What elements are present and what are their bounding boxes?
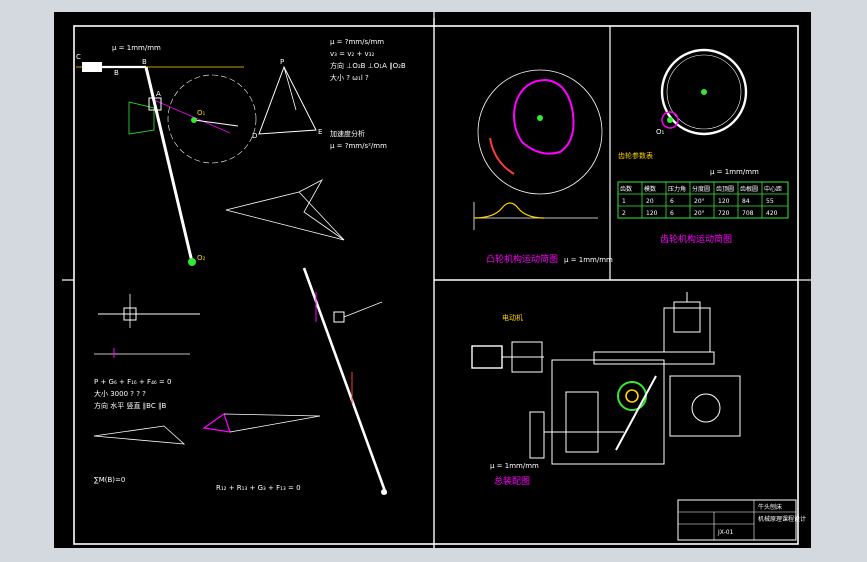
point-c-label: C — [76, 53, 81, 61]
assembly-scale: μ = 1mm/mm — [490, 462, 539, 470]
vel-eq: v₃ = v₂ + v₃₂ — [330, 50, 374, 58]
cam-base-circle — [477, 69, 603, 195]
gear-td-1-5: 708 — [742, 210, 754, 217]
worktable — [669, 375, 741, 437]
gear-td-0-0: 1 — [622, 198, 626, 205]
pivot-o1 — [191, 117, 197, 123]
gear-note: 齿轮参数表 — [618, 151, 653, 160]
title-name: 牛头刨床 — [758, 503, 782, 511]
assembly-caption: 总装配图 — [494, 475, 530, 487]
gear-caption: 齿轮机构运动简图 — [660, 233, 732, 245]
vel-point-d: D — [252, 132, 257, 140]
point-o2-label: O₂ — [197, 254, 206, 262]
gear-th-5: 齿根圆 — [740, 185, 758, 193]
ram-slider — [82, 62, 102, 72]
force-equations: P + G₆ + F₁₆ + F₄₆ = 0 大小 3000 ? ? ? 方向 … — [94, 378, 301, 492]
force-polygon — [93, 413, 321, 445]
sheet-border — [73, 25, 799, 545]
point-a-label: A — [156, 90, 161, 98]
gear-td-0-1: 20 — [646, 198, 654, 205]
crank-gear — [617, 381, 647, 411]
gear-th-1: 模数 — [644, 185, 656, 193]
force-row-1: 大小 3000 ? ? ? — [94, 389, 146, 398]
gear-td-1-1: 120 — [646, 210, 658, 217]
gear-th-2: 压力角 — [668, 185, 686, 193]
force-eq-3: R₁₂ + R₁₃ + G₃ + F₁₃ = 0 — [216, 484, 301, 492]
force-eq-1: P + G₆ + F₁₆ + F₄₆ = 0 — [94, 378, 171, 386]
acc-title: 加速度分析 — [330, 129, 365, 138]
gear-th-3: 分度圆 — [692, 185, 710, 193]
vel-point-e: E — [318, 128, 322, 136]
gear-scale: μ = 1mm/mm — [710, 168, 759, 176]
gear-td-1-4: 720 — [718, 210, 730, 217]
gearbox — [551, 359, 665, 465]
cad-viewport[interactable]: C B B A O₁ O₂ μ = 1mm/mm P D E μ = ?mm/s… — [54, 12, 811, 548]
force-row-2: 方向 水平 竖直 ∥BC ∥B — [94, 401, 166, 410]
gear-diagram: O₁ 齿轮参数表 μ = 1mm/mm 齿数 模数 压力角 分度圆 齿顶圆 齿根… — [617, 48, 789, 245]
cam-caption: 凸轮机构运动简图 — [486, 253, 558, 265]
gear-td-0-4: 120 — [718, 198, 730, 205]
vel-row-2: 大小 ? ω₁l ? — [330, 73, 369, 82]
gear-td-1-3: 20° — [694, 210, 705, 217]
linkage-scale: μ = 1mm/mm — [112, 44, 161, 52]
point-b-label: B — [114, 69, 119, 77]
acc-scale: μ = ?mm/s²/mm — [330, 142, 387, 150]
vel-point-p: P — [280, 58, 284, 66]
gear-td-1-0: 2 — [622, 210, 626, 217]
gear-point-o1: O₁ — [656, 128, 665, 136]
title-sub: 机械原理课程设计 — [758, 515, 806, 523]
vel-row-1: 方向 ⊥O₂B ⊥O₁A ∥O₂B — [330, 61, 406, 70]
title-code: JX-01 — [717, 529, 734, 536]
motor — [471, 345, 503, 369]
gear-td-0-6: 55 — [766, 198, 774, 205]
gear-td-1-2: 6 — [670, 210, 674, 217]
linkage-diagram: C B B A O₁ O₂ μ = 1mm/mm — [76, 44, 257, 266]
velocity-polygon: P D E — [252, 58, 322, 140]
pivot-o2 — [188, 258, 196, 266]
point-b-top: B — [142, 58, 147, 66]
force-eq-2: ∑M(B)=0 — [94, 476, 125, 484]
velocity-equations: μ = ?mm/s/mm v₃ = v₂ + v₃₂ 方向 ⊥O₂B ⊥O₁A … — [330, 38, 406, 150]
force-diagram-ram — [94, 294, 200, 358]
cam-scale: μ = 1mm/mm — [564, 256, 613, 264]
ram — [593, 351, 715, 365]
force-diagram-rocker — [302, 267, 388, 495]
motor-label: 电动机 — [502, 313, 523, 322]
assembly-drawing: 电动机 μ = 1mm/mm 总装配图 — [471, 292, 741, 487]
gear-parameter-table: 齿数 模数 压力角 分度圆 齿顶圆 齿根圆 中心距 1 20 6 20° 120… — [617, 181, 789, 219]
title-block: 牛头刨床 机械原理课程设计 JX-01 — [677, 499, 806, 541]
gear-th-6: 中心距 — [764, 185, 782, 193]
rocker-link — [144, 66, 194, 263]
acceleration-polygon — [225, 179, 345, 241]
slider-sector — [128, 101, 155, 135]
vel-scale: μ = ?mm/s/mm — [330, 38, 384, 46]
gear-td-0-3: 20° — [694, 198, 705, 205]
crank-circle — [167, 74, 257, 164]
gear-th-4: 齿顶圆 — [716, 185, 734, 193]
cam-profile — [513, 78, 575, 155]
gear-td-1-6: 420 — [766, 210, 778, 217]
gear-td-0-2: 6 — [670, 198, 674, 205]
drawing-sheet: C B B A O₁ O₂ μ = 1mm/mm P D E μ = ?mm/s… — [62, 12, 811, 548]
point-o1-label: O₁ — [197, 109, 206, 117]
gear-th-0: 齿数 — [620, 185, 632, 193]
cam-diagram: 凸轮机构运动简图 μ = 1mm/mm — [473, 69, 613, 265]
gear-td-0-5: 84 — [742, 198, 750, 205]
